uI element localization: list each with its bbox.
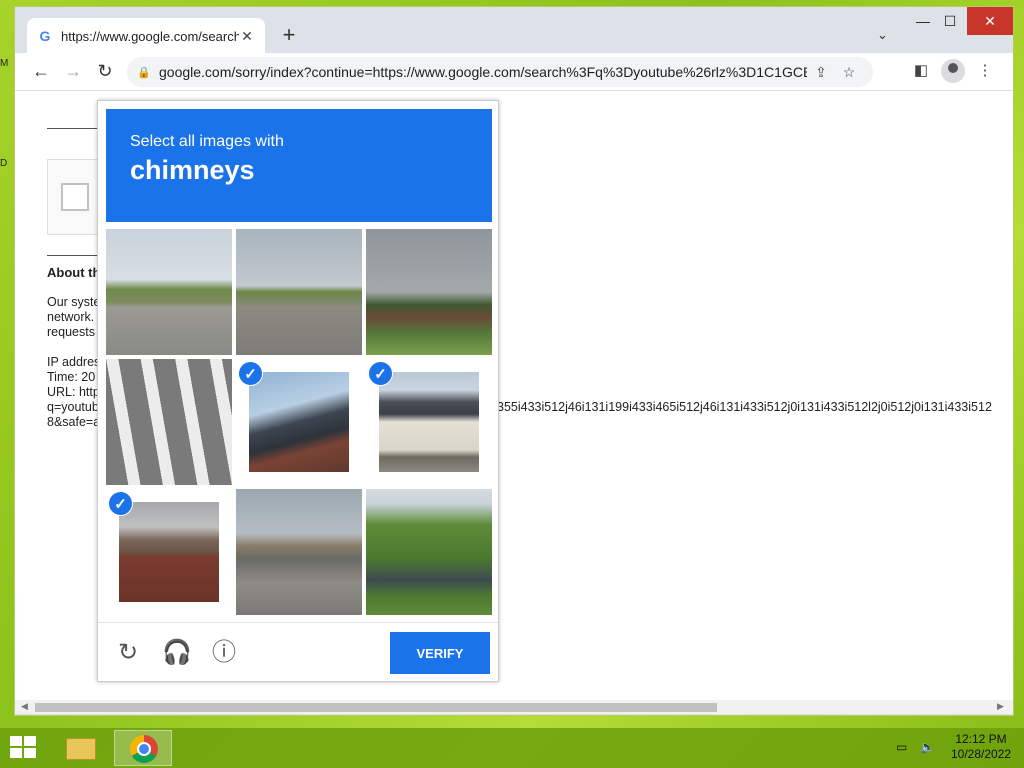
- close-window-button[interactable]: ✕: [967, 7, 1013, 35]
- minimize-button[interactable]: —: [908, 7, 938, 35]
- selected-check-icon: ✓: [368, 361, 393, 386]
- file-explorer-icon[interactable]: [60, 730, 118, 766]
- forward-button[interactable]: →: [57, 61, 89, 82]
- toolbar: ← → ↻ 🔒 google.com/sorry/index?continue=…: [15, 53, 1013, 91]
- url-tail-text: 355i433i512j46i131i199i433i465i512j46i13…: [497, 400, 992, 414]
- share-icon[interactable]: ⇪: [807, 64, 835, 81]
- tile-highway-car[interactable]: [236, 229, 362, 355]
- title-bar: G https://www.google.com/search? ✕ + ⌄ —…: [15, 7, 1013, 54]
- new-tab-button[interactable]: +: [277, 24, 301, 46]
- taskbar: ▭ 🔈 12:12 PM 10/28/2022: [0, 728, 1024, 768]
- clock-time: 12:12 PM: [955, 732, 1007, 746]
- address-url: google.com/sorry/index?continue=https://…: [159, 64, 807, 80]
- selected-check-icon: ✓: [238, 361, 263, 386]
- tab-search-chevron-icon[interactable]: ⌄: [877, 27, 888, 43]
- volume-icon[interactable]: 🔈: [920, 740, 935, 755]
- desktop-icons: M D: [0, 58, 12, 258]
- side-panel-icon[interactable]: ◧: [909, 61, 933, 79]
- bookmark-star-icon[interactable]: ☆: [835, 64, 863, 81]
- windows-start-icon[interactable]: [10, 736, 38, 760]
- recaptcha-challenge: Select all images with chimneys ✓ ✓ ✓ ↻ …: [97, 100, 499, 682]
- lock-icon[interactable]: 🔒: [137, 66, 151, 79]
- reload-button[interactable]: ↻: [89, 61, 121, 82]
- menu-kebab-icon[interactable]: ⋮: [973, 61, 997, 79]
- reload-challenge-icon[interactable]: ↻: [114, 639, 142, 667]
- close-tab-icon[interactable]: ✕: [239, 28, 255, 45]
- back-button[interactable]: ←: [25, 61, 57, 82]
- tile-crosswalk[interactable]: [106, 359, 232, 485]
- tile-street-corner[interactable]: [106, 229, 232, 355]
- desktop-label-1: M: [0, 58, 9, 69]
- maximize-button[interactable]: ☐: [935, 7, 965, 35]
- tile-roof-chimney[interactable]: ✓: [236, 359, 362, 485]
- tile-house-chimney[interactable]: ✓: [366, 359, 492, 485]
- tile-parking-road[interactable]: [236, 489, 362, 615]
- chrome-taskbar-icon[interactable]: [114, 730, 172, 766]
- recaptcha-checkbox[interactable]: [61, 183, 89, 211]
- address-bar[interactable]: 🔒 google.com/sorry/index?continue=https:…: [127, 57, 873, 87]
- profile-avatar[interactable]: [941, 59, 965, 83]
- tile-building-lot[interactable]: [366, 229, 492, 355]
- selected-check-icon: ✓: [108, 491, 133, 516]
- audio-challenge-icon[interactable]: 🎧: [162, 639, 192, 667]
- about-heading: About th: [47, 265, 101, 280]
- intro-paragraph: Our syste network. requests: [47, 295, 101, 339]
- tab-title: https://www.google.com/search?: [61, 28, 239, 44]
- verify-button[interactable]: VERIFY: [390, 632, 490, 674]
- request-details: IP addres Time: 20 URL: http q=youtub 8&…: [47, 355, 101, 429]
- image-grid: ✓ ✓ ✓: [106, 229, 492, 615]
- network-icon[interactable]: ▭: [896, 740, 907, 755]
- challenge-instruction: Select all images with: [130, 133, 284, 150]
- clock[interactable]: 12:12 PM 10/28/2022: [948, 732, 1014, 762]
- tab-google-search[interactable]: G https://www.google.com/search? ✕: [27, 18, 265, 54]
- horizontal-scrollbar[interactable]: ◀ ▶: [15, 700, 1013, 714]
- scroll-right-icon[interactable]: ▶: [997, 701, 1004, 712]
- scroll-left-icon[interactable]: ◀: [21, 701, 28, 712]
- scrollbar-thumb[interactable]: [35, 703, 717, 712]
- challenge-footer: ↻ 🎧 ⓘ VERIFY: [98, 622, 498, 682]
- challenge-keyword: chimneys: [130, 155, 255, 185]
- info-icon[interactable]: ⓘ: [210, 639, 238, 667]
- challenge-header: Select all images with chimneys: [106, 109, 492, 222]
- desktop-label-2: D: [0, 158, 8, 169]
- tile-trees-cars[interactable]: [366, 489, 492, 615]
- clock-date: 10/28/2022: [950, 747, 1012, 761]
- google-favicon-icon: G: [39, 28, 51, 44]
- tile-brick-chimney[interactable]: ✓: [106, 489, 232, 615]
